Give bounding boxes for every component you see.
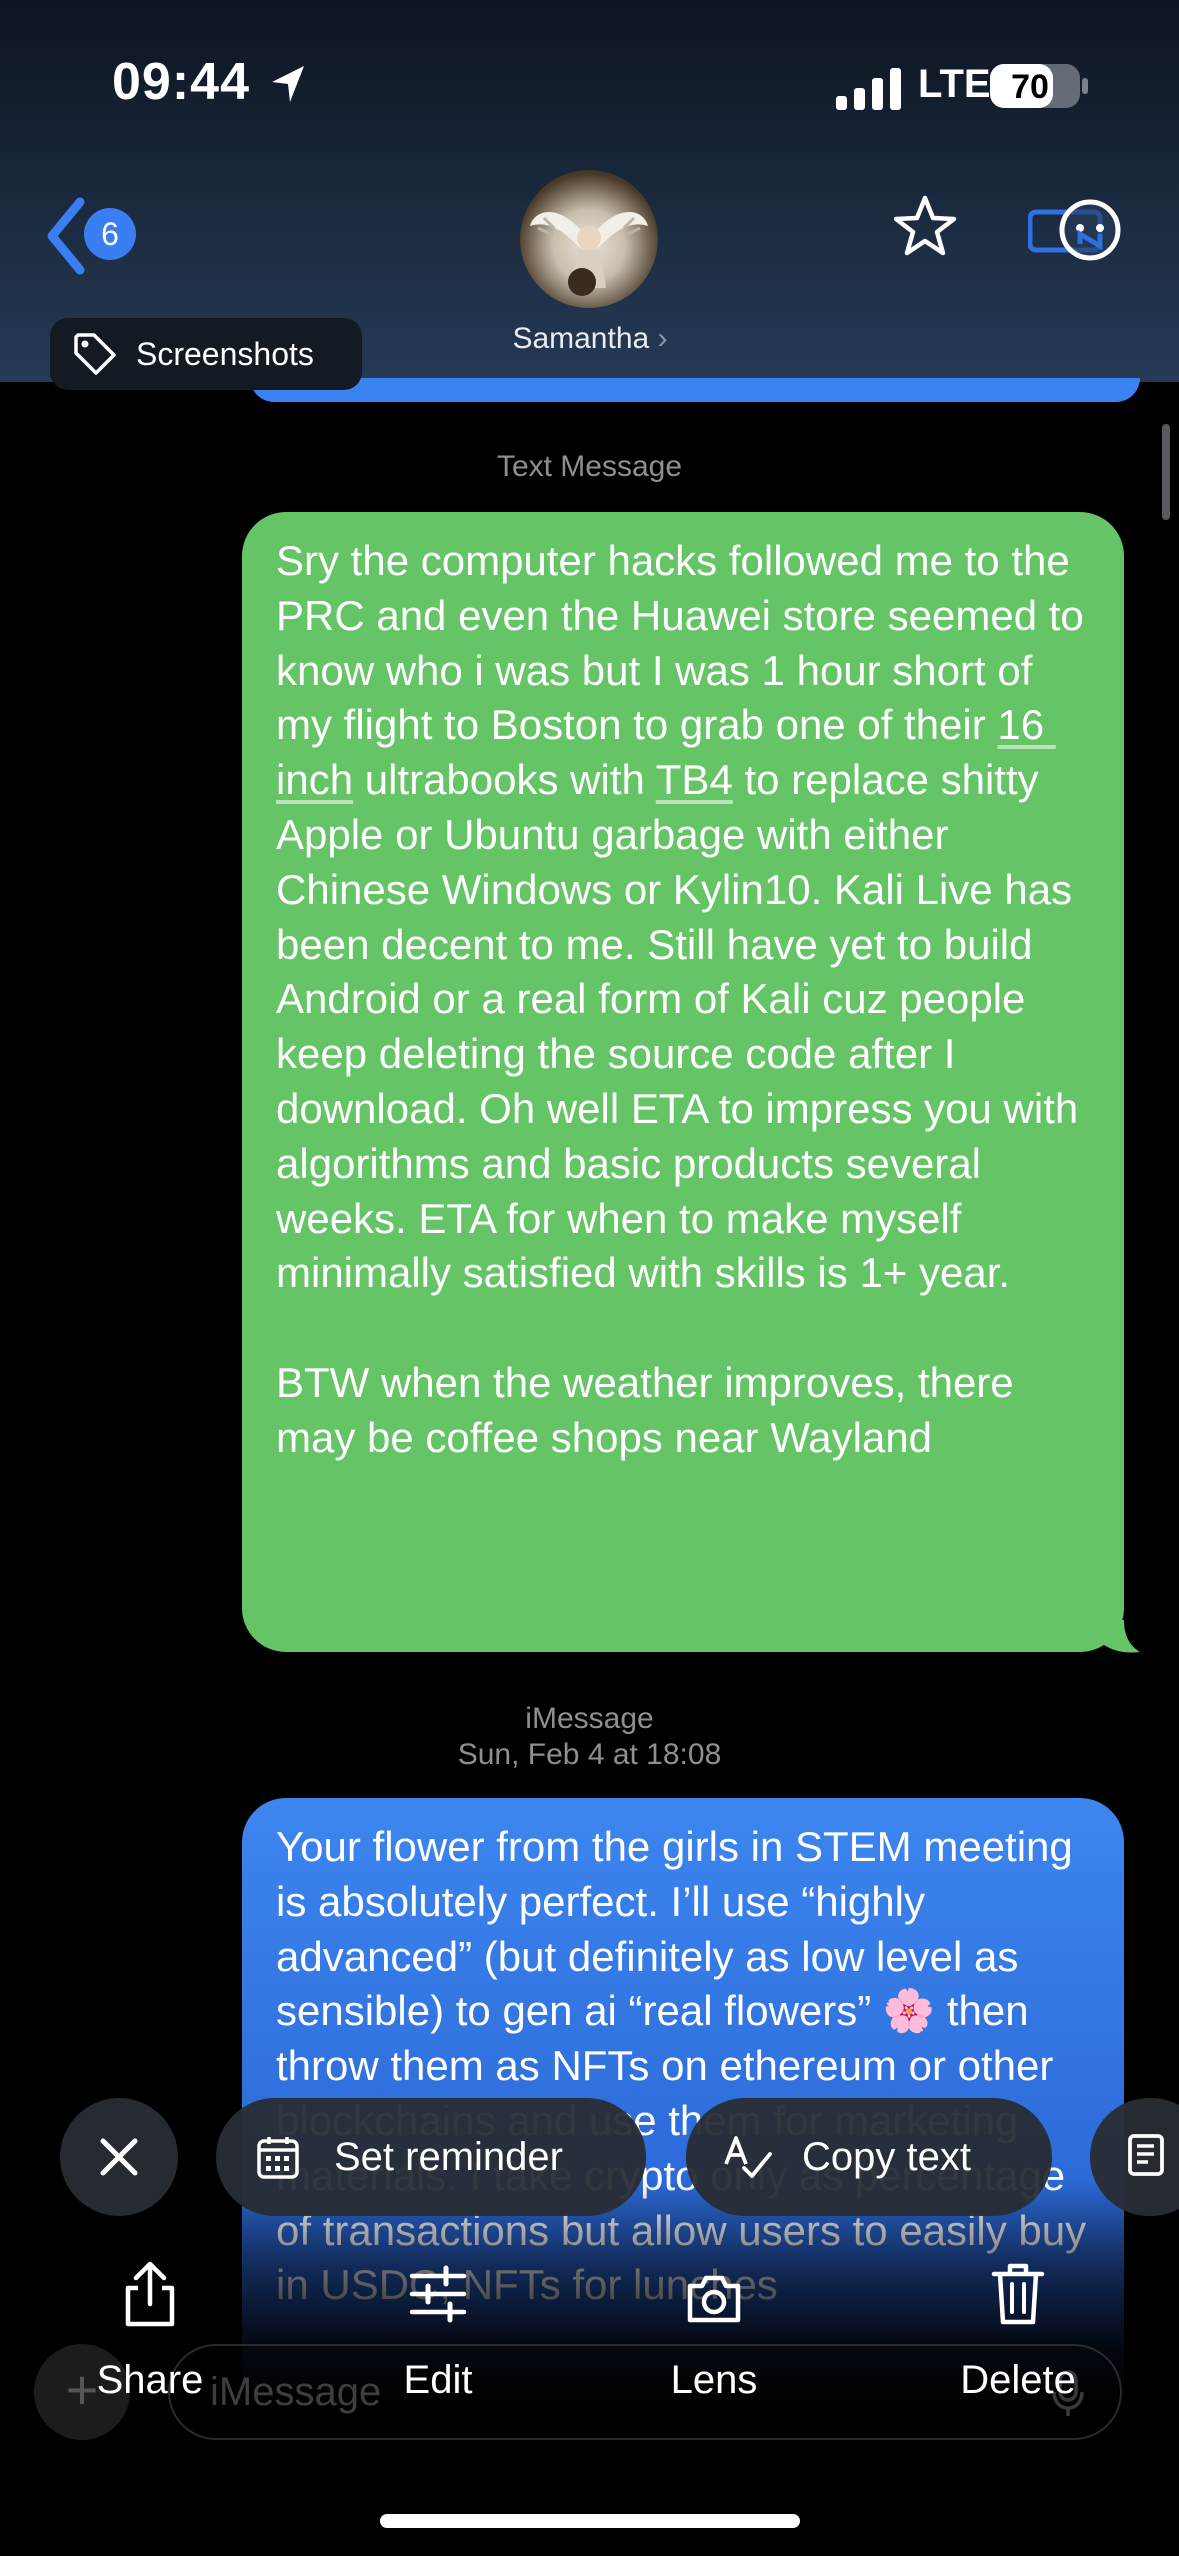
unread-count-badge[interactable]: 6 [84,208,136,260]
message-timestamp: Sun, Feb 4 at 18:08 [457,1738,722,1771]
sms-label: Text Message [496,450,683,483]
lens-label: Lens [670,2358,758,2402]
message-text: Sry the computer hacks followed me to th… [276,537,1096,749]
sliders-icon [409,2265,467,2323]
contact-avatar[interactable] [520,170,658,308]
calendar-icon [257,2137,299,2179]
battery-level: 70 [1011,68,1049,106]
close-icon [100,2138,138,2176]
close-button[interactable] [60,2098,178,2216]
battery-tip [1082,78,1088,94]
network-type: LTE [918,62,991,106]
set-reminder-label: Set reminder [334,2134,563,2179]
document-icon [1128,2134,1164,2176]
chevron-right-icon: › [657,322,668,355]
share-label: Share [96,2358,204,2402]
share-icon [125,2261,175,2327]
message-text: to replace shitty Apple or Ubuntu garbag… [276,756,1079,1461]
previous-message-bubble[interactable] [250,378,1140,402]
copy-text-button[interactable]: Copy text [686,2098,1052,2216]
delete-label: Delete [960,2358,1076,2402]
message-text: ultrabooks with [353,756,656,804]
screenshots-album-chip[interactable]: Screenshots [50,318,362,390]
imessage-label: iMessage [525,1702,654,1735]
contact-name-text[interactable]: Samantha [512,322,649,355]
angel-figure-image [530,211,648,296]
detected-data-link[interactable]: TB4 [656,756,733,803]
sent-sms-bubble[interactable]: Sry the computer hacks followed me to th… [242,512,1124,1652]
bubble-tail [1100,1620,1140,1653]
status-time: 09:44 [112,53,250,111]
lens-camera-icon [687,2275,741,2323]
trash-icon [991,2263,1045,2325]
battery-icon: 70 [990,64,1080,108]
cellular-signal-icon [836,68,901,110]
contact-name[interactable]: Samantha › [440,322,740,356]
copy-text-label: Copy text [802,2134,971,2179]
tag-icon [74,333,116,375]
text-select-icon [724,2136,772,2178]
star-icon[interactable] [892,194,958,258]
screenshots-label: Screenshots [136,335,314,372]
edit-label: Edit [403,2358,473,2402]
location-arrow-icon [272,66,304,102]
n-app-icon[interactable] [1028,196,1128,266]
home-indicator[interactable] [380,2514,800,2528]
set-reminder-button[interactable]: Set reminder [216,2098,646,2216]
